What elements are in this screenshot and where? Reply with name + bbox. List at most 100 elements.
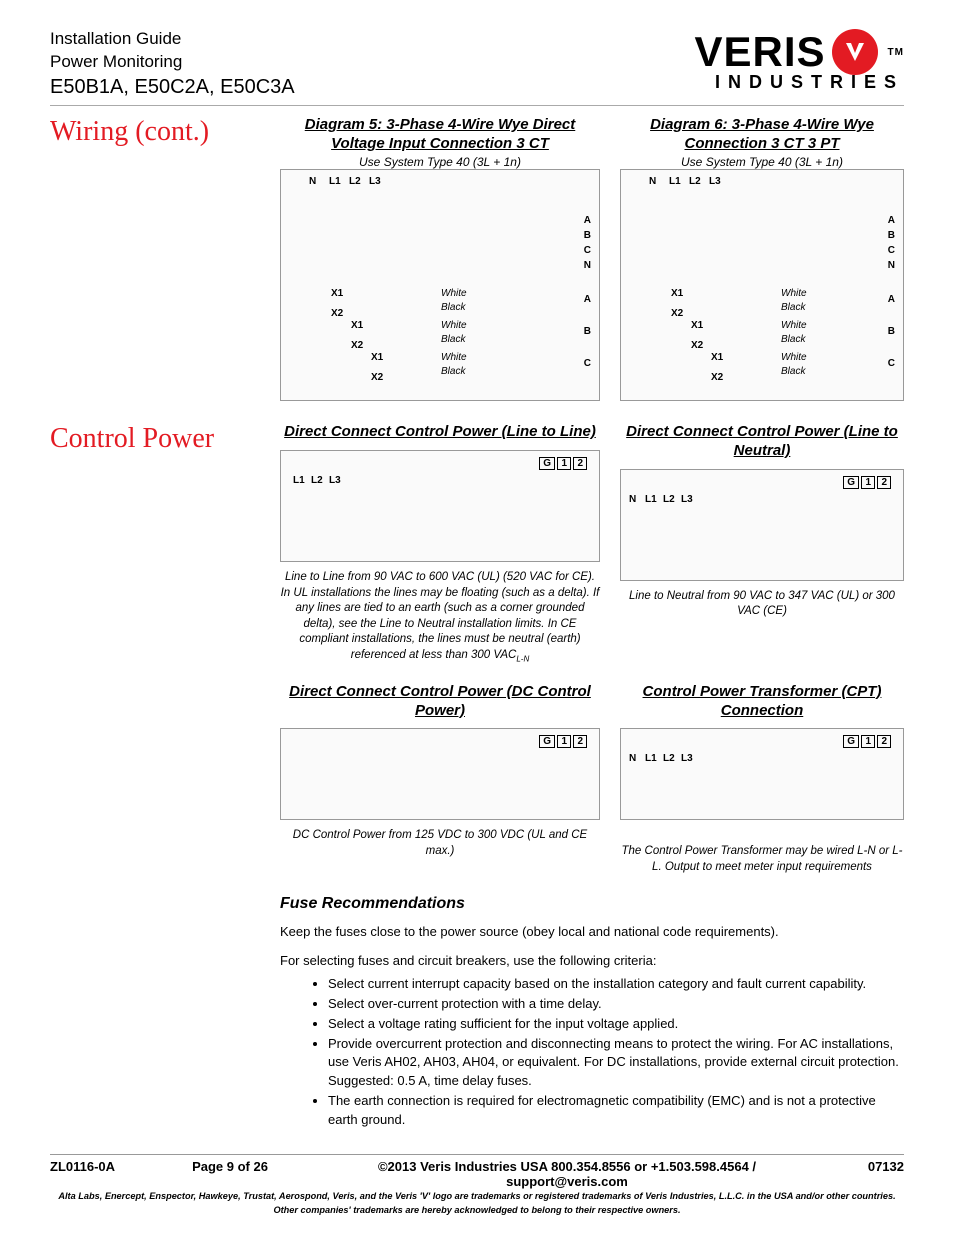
cp1-t2: 2 xyxy=(573,457,587,470)
d5-x1a: X1 xyxy=(331,288,343,299)
d5-l2: L2 xyxy=(349,176,361,187)
d6-l3: L3 xyxy=(709,176,721,187)
cp4-l1: L1 xyxy=(645,753,657,764)
diagram6-title: Diagram 6: 3-Phase 4-Wire Wye Connection… xyxy=(620,116,904,154)
cp2-t2: 2 xyxy=(877,476,891,489)
cp4-l2: L2 xyxy=(663,753,675,764)
fuse-section: Fuse Recommendations Keep the fuses clos… xyxy=(50,881,904,1130)
d5-va: A xyxy=(584,215,591,226)
cp1-caption-sub: L-N xyxy=(516,654,529,663)
d6-x2a: X2 xyxy=(671,308,683,319)
d5-vn: N xyxy=(584,260,591,271)
diagram6-figure: N L1 L2 L3 A B C N X1 X2 White Black A X… xyxy=(620,169,904,401)
footer-legal2: Other companies' trademarks are hereby a… xyxy=(50,1205,904,1217)
footer-copy: ©2013 Veris Industries USA 800.354.8556 … xyxy=(320,1159,814,1189)
fuse-b4: Provide overcurrent protection and disco… xyxy=(328,1035,904,1092)
cp4-g: G xyxy=(843,735,859,748)
cp3-figure: G 1 2 xyxy=(280,728,600,820)
logo-text-bottom: INDUSTRIES xyxy=(695,72,905,93)
d5-x2b: X2 xyxy=(351,340,363,351)
page-header: Installation Guide Power Monitoring E50B… xyxy=(50,28,904,101)
d6-vn: N xyxy=(888,260,895,271)
cp1-caption: Line to Line from 90 VAC to 600 VAC (UL)… xyxy=(280,570,600,665)
d6-x1a: X1 xyxy=(671,288,683,299)
cp2-g: G xyxy=(843,476,859,489)
d6-x2c: X2 xyxy=(711,372,723,383)
cp1-l1: L1 xyxy=(293,475,305,486)
cp2-l2: L2 xyxy=(663,494,675,505)
d5-n: N xyxy=(309,176,316,187)
footer-legal1: Alta Labs, Enercept, Enspector, Hawkeye,… xyxy=(50,1191,904,1203)
logo-text-top: VERIS xyxy=(695,28,826,76)
d6-x1c: X1 xyxy=(711,352,723,363)
d5-cc: C xyxy=(584,358,591,369)
logo: VERIS TM INDUSTRIES xyxy=(695,28,905,93)
diagram5-sub: Use System Type 40 (3L + 1n) xyxy=(280,155,600,169)
cp1-g: G xyxy=(539,457,555,470)
cp3-t2: 2 xyxy=(573,735,587,748)
d6-wb: White xyxy=(781,320,807,331)
section-wiring-title: Wiring (cont.) xyxy=(50,116,260,148)
d6-l2: L2 xyxy=(689,176,701,187)
cp2-l3: L3 xyxy=(681,494,693,505)
d5-bc: Black xyxy=(441,366,465,377)
d6-vc: C xyxy=(888,245,895,256)
d6-va: A xyxy=(888,215,895,226)
logo-v-icon xyxy=(832,29,878,75)
d6-vb: B xyxy=(888,230,895,241)
d5-bb: Black xyxy=(441,334,465,345)
cp4-title: Control Power Transformer (CPT) Connecti… xyxy=(620,683,904,721)
d5-wb: White xyxy=(441,320,467,331)
d6-x2b: X2 xyxy=(691,340,703,351)
cp2-l1: L1 xyxy=(645,494,657,505)
d5-wc: White xyxy=(441,352,467,363)
wiring-row: Wiring (cont.) Diagram 5: 3-Phase 4-Wire… xyxy=(50,116,904,402)
fuse-bullets: Select current interrupt capacity based … xyxy=(280,975,904,1130)
cp4-caption: The Control Power Transformer may be wir… xyxy=(620,844,904,875)
cp4-t2: 2 xyxy=(877,735,891,748)
d5-vc: C xyxy=(584,245,591,256)
d6-bb: Black xyxy=(781,334,805,345)
d5-cb: B xyxy=(584,326,591,337)
cp2-figure: N L1 L2 L3 G 1 2 xyxy=(620,469,904,581)
d6-wc: White xyxy=(781,352,807,363)
cp1-figure: L1 L2 L3 G 1 2 xyxy=(280,450,600,562)
d5-vb: B xyxy=(584,230,591,241)
model-numbers: E50B1A, E50C2A, E50C3A xyxy=(50,74,295,101)
fuse-p2: For selecting fuses and circuit breakers… xyxy=(280,952,904,971)
d6-cc: C xyxy=(888,358,895,369)
fuse-b3: Select a voltage rating sufficient for t… xyxy=(328,1015,904,1034)
d6-ba: Black xyxy=(781,302,805,313)
logo-tm: TM xyxy=(888,47,904,58)
control-power-row2: Direct Connect Control Power (DC Control… xyxy=(50,683,904,876)
d6-bc: Black xyxy=(781,366,805,377)
d6-l1: L1 xyxy=(669,176,681,187)
fuse-b1: Select current interrupt capacity based … xyxy=(328,975,904,994)
header-left: Installation Guide Power Monitoring E50B… xyxy=(50,28,295,101)
cp1-l3: L3 xyxy=(329,475,341,486)
guide-line1: Installation Guide xyxy=(50,28,295,51)
d5-ca: A xyxy=(584,294,591,305)
d5-x2a: X2 xyxy=(331,308,343,319)
d6-n: N xyxy=(649,176,656,187)
d5-ba: Black xyxy=(441,302,465,313)
fuse-p1: Keep the fuses close to the power source… xyxy=(280,923,904,942)
cp4-l3: L3 xyxy=(681,753,693,764)
cp1-title: Direct Connect Control Power (Line to Li… xyxy=(280,423,600,442)
footer-doc: ZL0116-0A xyxy=(50,1159,140,1189)
cp1-l2: L2 xyxy=(311,475,323,486)
d6-ca: A xyxy=(888,294,895,305)
control-power-row1: Control Power Direct Connect Control Pow… xyxy=(50,423,904,664)
d6-cb: B xyxy=(888,326,895,337)
header-divider xyxy=(50,105,904,106)
cp2-n: N xyxy=(629,494,636,505)
d5-x2c: X2 xyxy=(371,372,383,383)
page-footer: ZL0116-0A Page 9 of 26 ©2013 Veris Indus… xyxy=(50,1154,904,1217)
cp1-t1: 1 xyxy=(557,457,571,470)
d6-wa: White xyxy=(781,288,807,299)
cp2-caption: Line to Neutral from 90 VAC to 347 VAC (… xyxy=(620,589,904,620)
cp3-caption: DC Control Power from 125 VDC to 300 VDC… xyxy=(280,828,600,859)
d5-l1: L1 xyxy=(329,176,341,187)
fuse-b5: The earth connection is required for ele… xyxy=(328,1092,904,1130)
section-control-power-title: Control Power xyxy=(50,423,260,455)
